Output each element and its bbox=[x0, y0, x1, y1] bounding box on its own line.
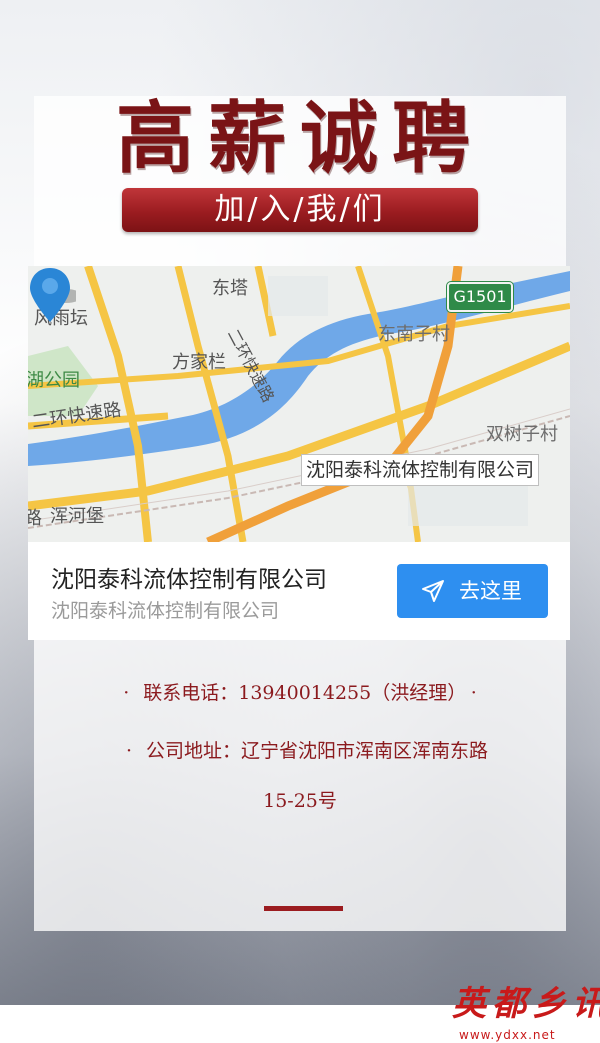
bullet: · bbox=[123, 682, 130, 704]
map-label-fangjialan: 方家栏 bbox=[172, 352, 226, 373]
map-label-dongta: 东塔 bbox=[212, 278, 248, 299]
map-marker-label[interactable]: 沈阳泰科流体控制有限公司 bbox=[301, 454, 540, 486]
page-headline: 高薪诚聘 bbox=[115, 93, 484, 184]
map-view[interactable]: 东塔 风雨坛 方家栏 湖公园 二环快速路 二环快速路 东南子村 双树子村 浑河堡… bbox=[28, 266, 570, 542]
map-label-dongnanzicun: 东南子村 bbox=[378, 324, 450, 345]
contact-phone-line: · 联系电话：13940014255（洪经理） · bbox=[0, 678, 600, 705]
contact-address-line-2: 15-25号 bbox=[263, 790, 337, 812]
bullet: · bbox=[125, 740, 133, 762]
contact-address-line: · 公司地址：辽宁省沈阳市浑南区浑南东路 bbox=[0, 736, 600, 763]
navigate-button[interactable]: 去这里 bbox=[397, 564, 548, 618]
site-logo: 英都乡讯 bbox=[452, 984, 600, 1024]
navigate-button-label: 去这里 bbox=[459, 579, 522, 603]
map-label-shuangshuzicun: 双树子村 bbox=[486, 424, 558, 445]
join-us-banner: 加/入/我/们 bbox=[122, 188, 478, 232]
location-subtitle: 沈阳泰科流体控制有限公司 bbox=[51, 600, 280, 622]
map-label-park: 湖公园 bbox=[28, 370, 80, 391]
decorative-divider bbox=[264, 906, 343, 911]
contact-address: 公司地址：辽宁省沈阳市浑南区浑南东路 bbox=[146, 740, 489, 762]
map-label-hunhebao: 浑河堡 bbox=[50, 506, 104, 527]
send-icon bbox=[422, 580, 444, 602]
location-card: 沈阳泰科流体控制有限公司 沈阳泰科流体控制有限公司 去这里 bbox=[28, 542, 570, 640]
map-label-lu: 路 bbox=[28, 508, 42, 529]
site-logo-url: www.ydxx.net bbox=[459, 1028, 556, 1042]
bullet: · bbox=[470, 682, 477, 704]
location-pin-icon[interactable] bbox=[28, 266, 76, 330]
highway-badge: G1501 bbox=[447, 282, 513, 312]
location-title: 沈阳泰科流体控制有限公司 bbox=[51, 567, 327, 593]
contact-phone: 联系电话：13940014255（洪经理） bbox=[143, 682, 457, 704]
